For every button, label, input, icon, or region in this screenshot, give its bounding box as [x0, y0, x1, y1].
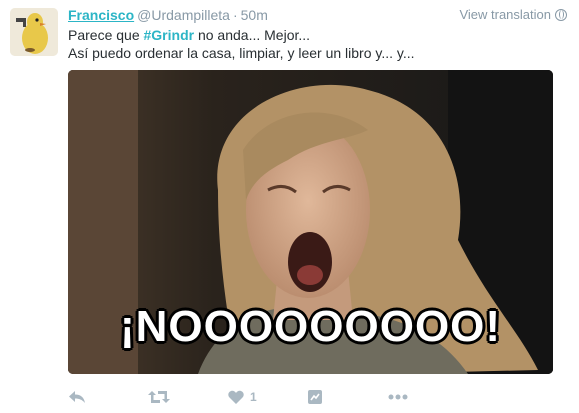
analytics-icon — [308, 390, 322, 404]
author-name[interactable]: Francisco — [68, 7, 134, 23]
like-button[interactable]: 1 — [228, 384, 308, 410]
tweet-actions: 1 — [68, 384, 488, 410]
tweet-text: Parece que #Grindr no anda... Mejor... A… — [68, 26, 567, 62]
like-count: 1 — [250, 390, 257, 404]
view-translation-label: View translation — [459, 7, 551, 22]
retweet-button[interactable] — [148, 384, 228, 410]
globe-icon — [555, 9, 567, 21]
tweet: Francisco @Urdampilleta · 50m View translat… — [0, 0, 579, 413]
tweet-text-line-2: Así puedo ordenar la casa, limpiar, y le… — [68, 45, 415, 61]
tweet-text-before-hashtag: Parece que — [68, 27, 144, 43]
hashtag-link[interactable]: #Grindr — [144, 27, 195, 43]
reply-button[interactable] — [68, 384, 148, 410]
separator: · — [232, 7, 238, 23]
avatar[interactable] — [10, 8, 58, 56]
tweet-text-line-1: Parece que #Grindr no anda... Mejor... — [68, 26, 567, 44]
more-icon — [388, 394, 408, 400]
view-translation-link[interactable]: View translation — [459, 6, 567, 24]
timestamp[interactable]: 50m — [241, 7, 268, 23]
heart-icon — [228, 390, 244, 404]
more-button[interactable] — [388, 384, 448, 410]
analytics-button[interactable] — [308, 384, 388, 410]
author-handle[interactable]: @Urdampilleta — [137, 7, 230, 23]
tweet-text-after-hashtag: no anda... Mejor... — [194, 27, 311, 43]
retweet-icon — [148, 390, 170, 404]
tweet-media-image[interactable]: ¡NOOOOOOOOO! — [68, 70, 553, 374]
meme-caption: ¡NOOOOOOOOO! — [119, 302, 502, 351]
reply-icon — [68, 390, 86, 404]
